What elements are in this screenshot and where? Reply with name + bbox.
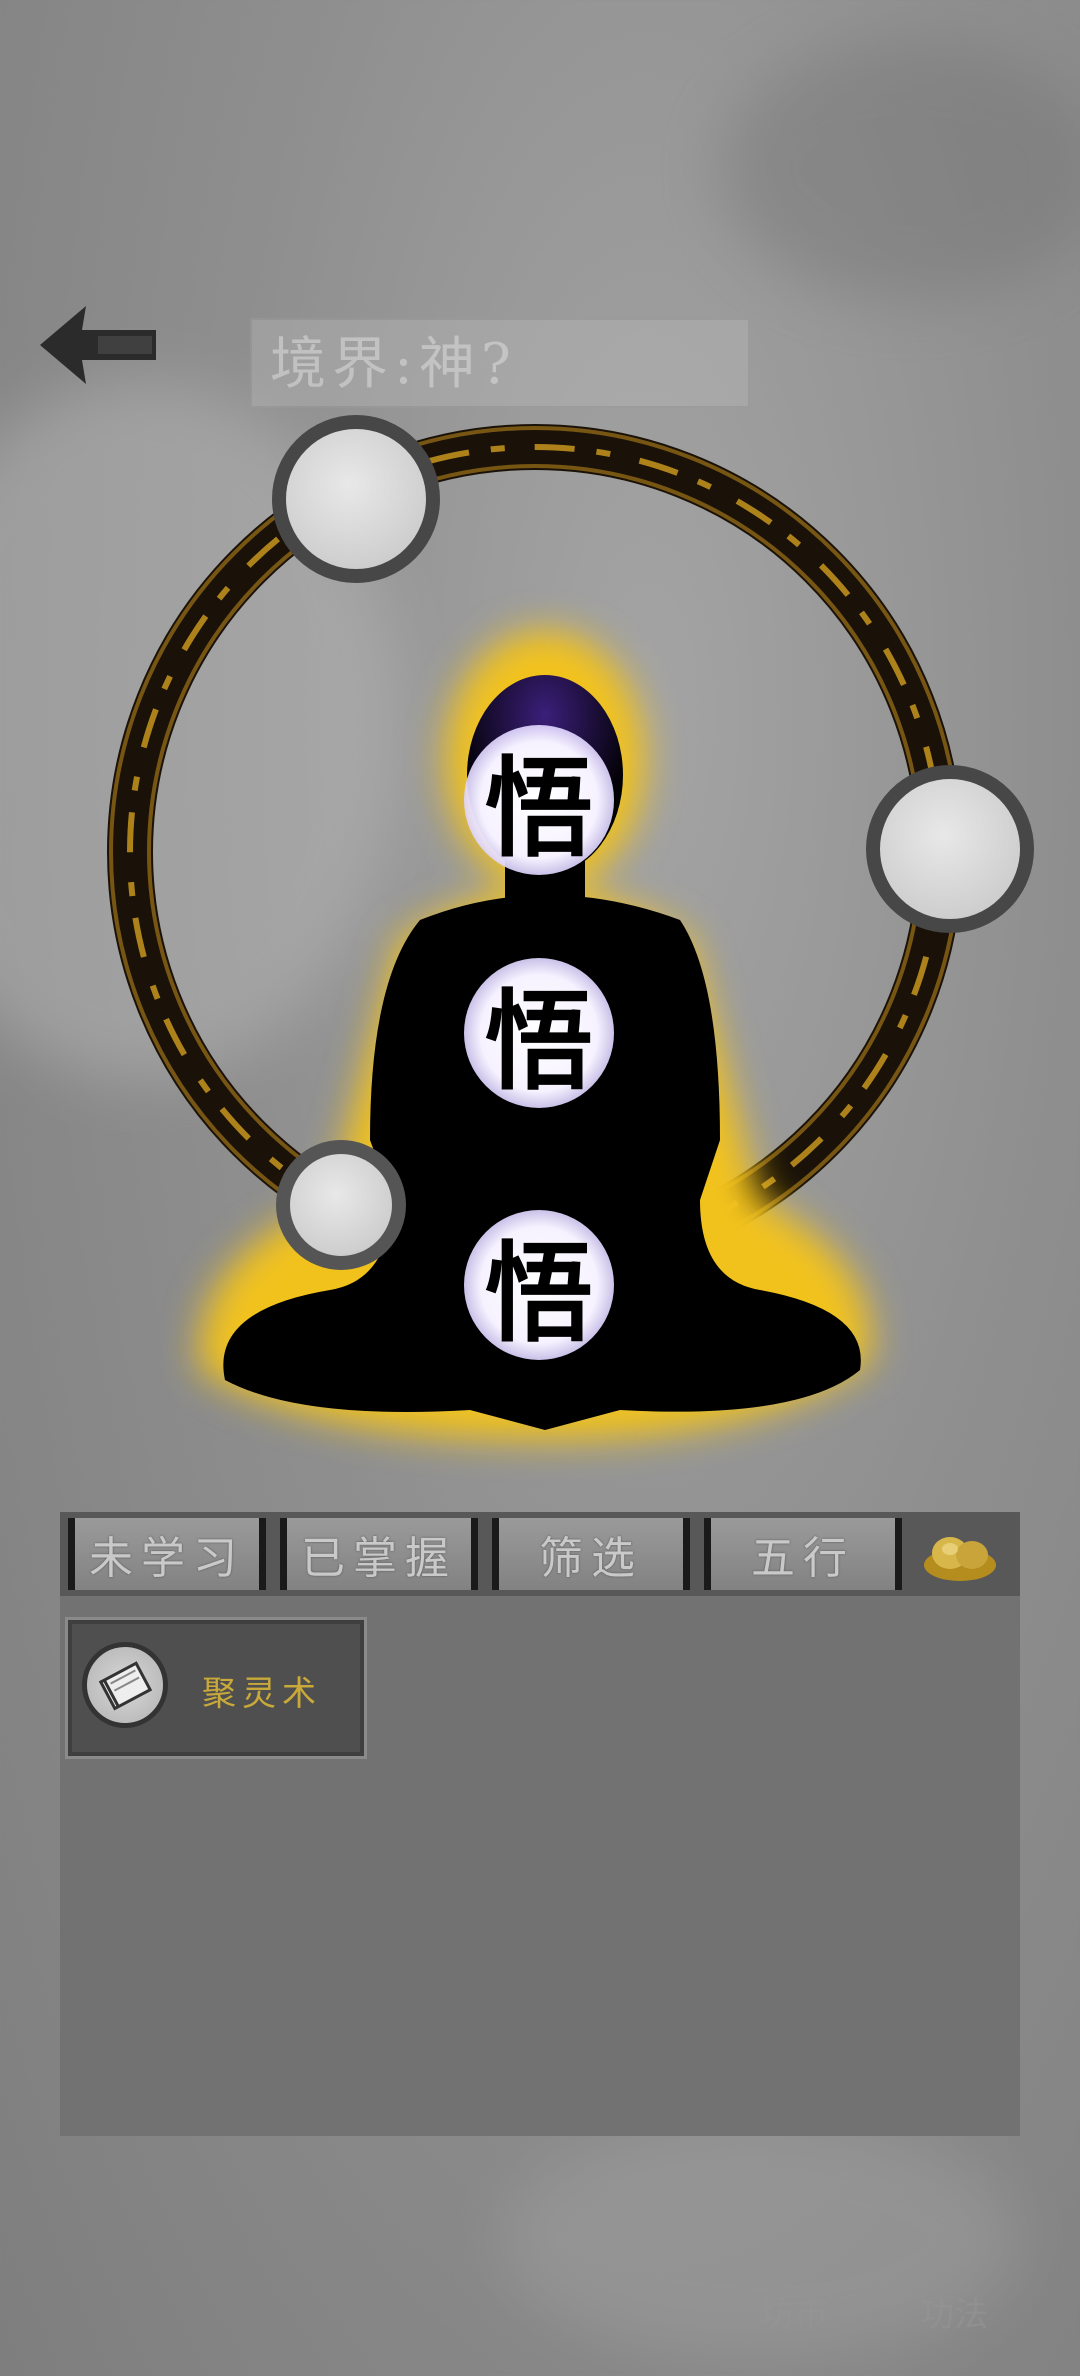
meditation-stage: 悟 悟 悟 xyxy=(0,380,1080,1500)
bottom-nav-market[interactable]: 坊市 xyxy=(760,2287,828,2336)
ring-node-top-left[interactable] xyxy=(272,415,440,583)
background-mist xyxy=(720,40,1080,300)
chakra-head[interactable]: 悟 xyxy=(464,725,614,875)
ring-node-right[interactable] xyxy=(866,765,1034,933)
skill-name: 聚灵术 xyxy=(202,1674,322,1714)
chakra-heart[interactable]: 悟 xyxy=(464,958,614,1108)
list-item[interactable]: 聚灵术 xyxy=(65,1617,367,1759)
skill-tabs: 未学习 已掌握 筛选 五行 xyxy=(60,1512,1020,1596)
chakra-dantian[interactable]: 悟 xyxy=(464,1210,614,1360)
ring-node-bottom-left[interactable] xyxy=(276,1140,406,1270)
gold-ingot-icon[interactable] xyxy=(920,1519,1000,1589)
tab-filter[interactable]: 筛选 xyxy=(492,1518,690,1590)
tab-unlearned[interactable]: 未学习 xyxy=(68,1518,266,1590)
tab-mastered[interactable]: 已掌握 xyxy=(280,1518,478,1590)
tab-five-elements[interactable]: 五行 xyxy=(704,1518,902,1590)
skill-list-panel: 聚灵术 xyxy=(60,1596,1020,2136)
back-arrow-icon[interactable] xyxy=(38,300,158,390)
bottom-nav-techniques[interactable]: 功法 xyxy=(920,2287,988,2336)
book-icon xyxy=(82,1642,168,1728)
